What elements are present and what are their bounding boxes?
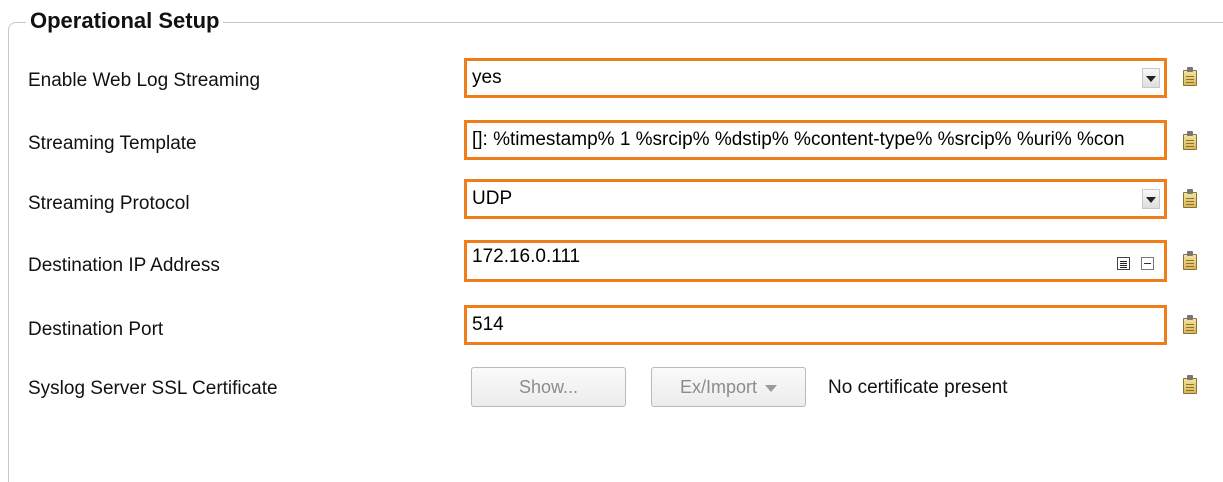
streaming-protocol-select[interactable]: UDP [464,179,1167,219]
streaming-template-label: Streaming Template [28,133,197,154]
clipboard-icon[interactable] [1183,315,1197,334]
chevron-down-icon[interactable] [1142,68,1160,88]
ex-import-button-label: Ex/Import [679,377,758,397]
list-icon[interactable] [1117,257,1130,270]
destination-port-input[interactable]: 514 [464,305,1167,345]
streaming-protocol-value: UDP [472,188,513,209]
clipboard-icon[interactable] [1183,375,1197,394]
destination-port-value: 514 [472,314,504,335]
clipboard-icon[interactable] [1183,251,1197,270]
ex-import-button[interactable]: Ex/Import [651,367,806,407]
row-destination-port: Destination Port 514 [0,305,1223,349]
streaming-template-input[interactable]: []: %timestamp% 1 %srcip% %dstip% %conte… [464,120,1167,160]
web-log-streaming-label: Enable Web Log Streaming [28,70,261,91]
row-streaming-template: Streaming Template []: %timestamp% 1 %sr… [0,120,1223,164]
clipboard-icon[interactable] [1183,189,1197,208]
clipboard-icon[interactable] [1183,67,1197,86]
chevron-down-icon [765,384,778,392]
streaming-protocol-label: Streaming Protocol [28,193,190,214]
destination-ip-input[interactable]: 172.16.0.111 [464,240,1167,282]
web-log-streaming-value: yes [472,67,502,88]
streaming-template-value: []: %timestamp% 1 %srcip% %dstip% %conte… [472,129,1125,150]
web-log-streaming-select[interactable]: yes [464,58,1167,98]
ssl-certificate-label: Syslog Server SSL Certificate [28,378,278,399]
row-streaming-protocol: Streaming Protocol UDP [0,179,1223,223]
destination-ip-value: 172.16.0.111 [472,246,581,267]
minus-icon[interactable] [1141,257,1154,270]
clipboard-icon[interactable] [1183,131,1197,150]
show-button-label: Show... [518,377,579,397]
show-certificate-button[interactable]: Show... [471,367,626,407]
row-destination-ip: Destination IP Address 172.16.0.111 [0,240,1223,284]
row-web-log-streaming: Enable Web Log Streaming yes [0,58,1223,102]
row-ssl-certificate: Syslog Server SSL Certificate Show... Ex… [0,367,1223,411]
certificate-status-text: No certificate present [828,377,1008,398]
destination-port-label: Destination Port [28,319,164,340]
section-title: Operational Setup [26,7,224,35]
chevron-down-icon[interactable] [1142,189,1160,209]
destination-ip-label: Destination IP Address [28,255,220,276]
